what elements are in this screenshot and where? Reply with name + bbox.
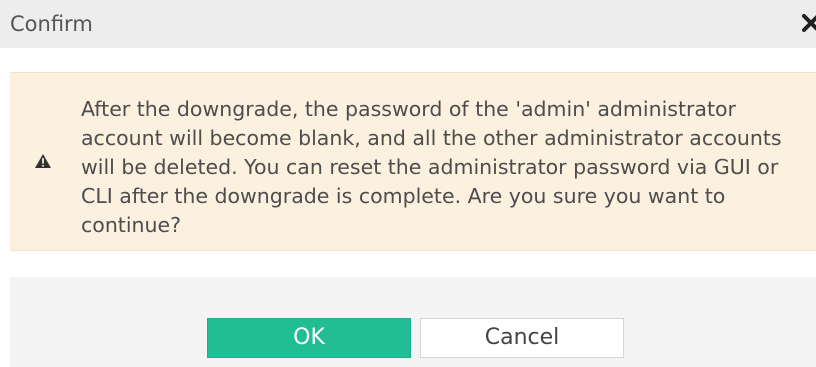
dialog-title: Confirm	[10, 12, 93, 36]
dialog-title-bar: Confirm	[0, 0, 816, 48]
warning-message-panel: After the downgrade, the password of the…	[10, 72, 816, 251]
cancel-button[interactable]: Cancel	[420, 318, 624, 358]
confirmation-message: After the downgrade, the password of the…	[81, 97, 782, 237]
warning-icon	[34, 153, 52, 169]
dialog-footer: OK Cancel	[10, 277, 816, 367]
close-icon[interactable]	[800, 10, 816, 36]
ok-button[interactable]: OK	[207, 318, 411, 358]
confirm-dialog: Confirm After the downgrade, the passwor…	[0, 0, 816, 367]
